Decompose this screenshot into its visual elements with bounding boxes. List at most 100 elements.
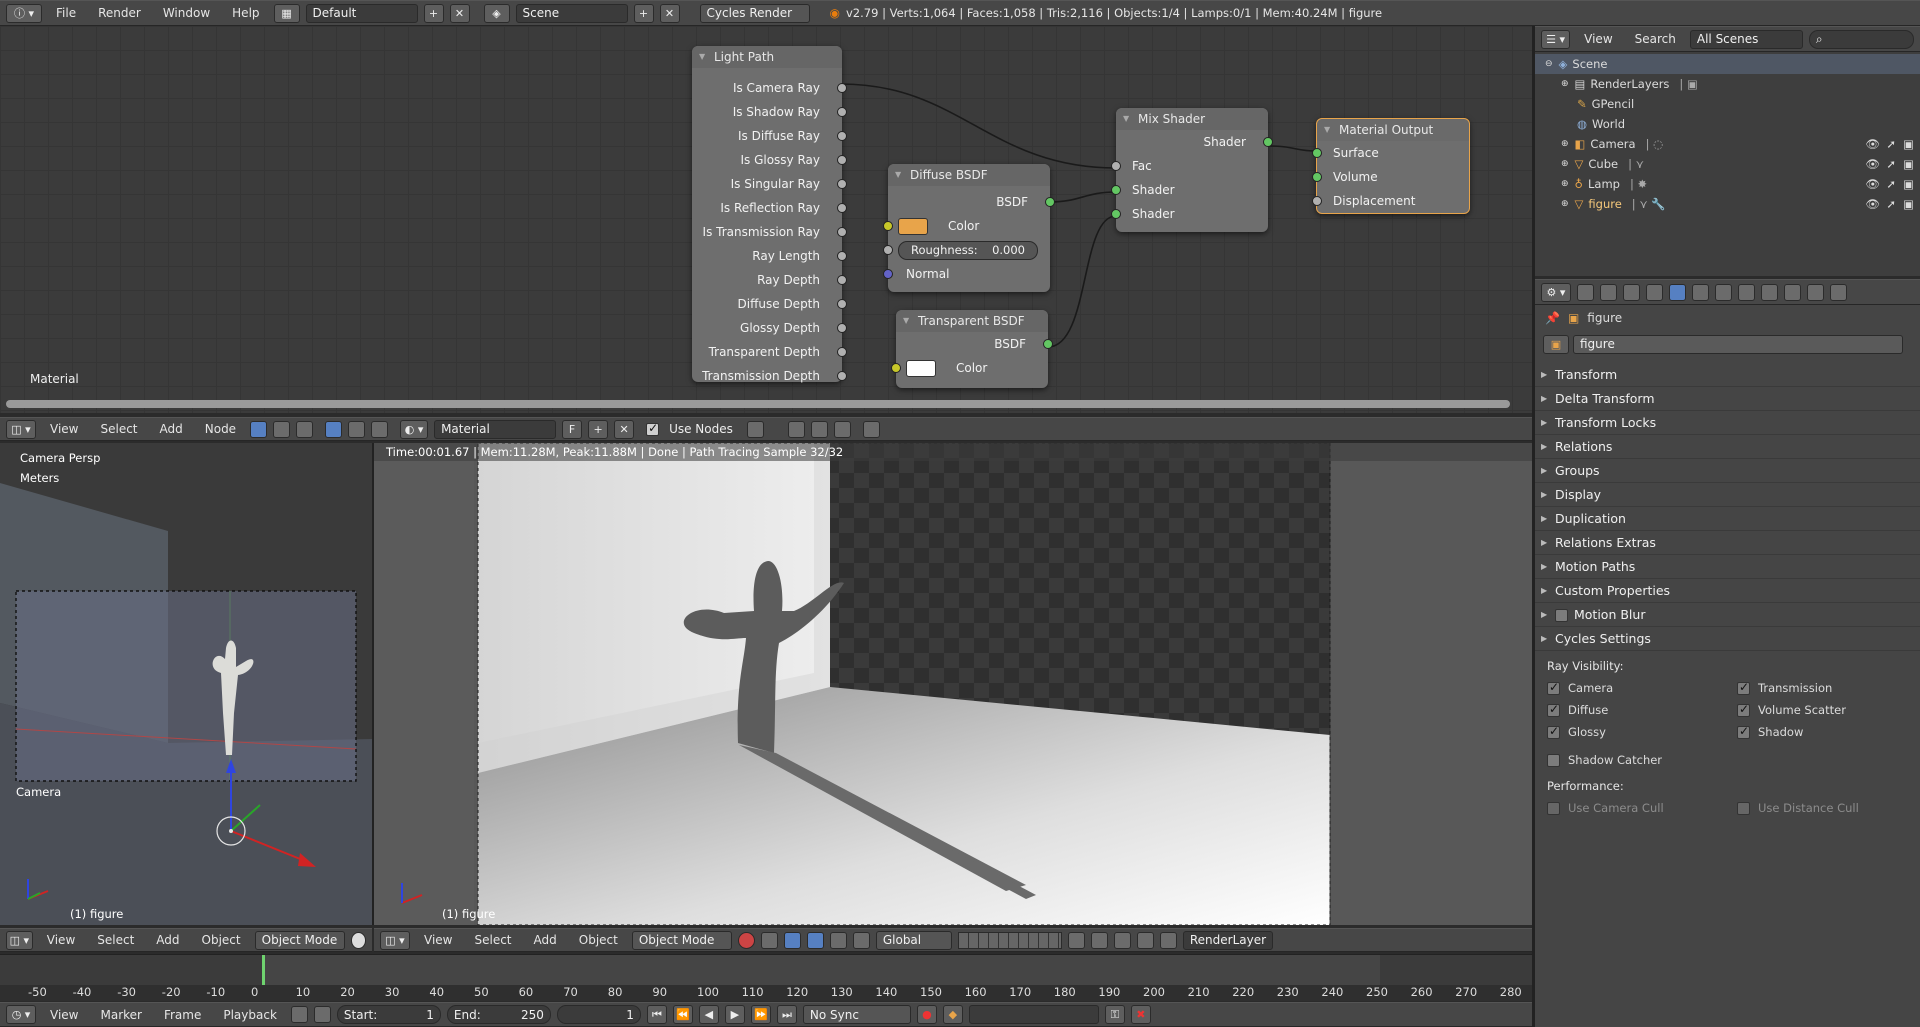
object-type-icon[interactable]: ▣ (1543, 334, 1569, 354)
transparent-bsdf-title[interactable]: Transparent BSDF (896, 310, 1048, 332)
shadow-catcher-option[interactable]: Shadow Catcher (1547, 747, 1920, 773)
remove-layout-icon[interactable]: ✕ (449, 3, 470, 23)
panel-display[interactable]: Display (1535, 483, 1920, 507)
menu-render[interactable]: Render (90, 6, 149, 20)
backdrop-icon[interactable] (746, 420, 764, 438)
panel-transform[interactable]: Transform (1535, 363, 1920, 387)
delete-keyframe-icon[interactable]: ✖ (1130, 1005, 1151, 1024)
node-menu-add[interactable]: Add (152, 422, 191, 436)
vp1-menu-object[interactable]: Object (194, 933, 249, 947)
ray-glossy-checkbox[interactable] (1547, 724, 1560, 739)
fake-user-button[interactable]: F (562, 419, 583, 439)
rotate-icon[interactable] (829, 931, 847, 949)
vp1-menu-add[interactable]: Add (148, 933, 187, 947)
timeline-editor-icon[interactable]: ◷ ▾ (6, 1005, 36, 1024)
light-path-output-socket[interactable] (837, 155, 847, 165)
panel-custom-properties[interactable]: Custom Properties (1535, 579, 1920, 603)
compositing-type-icon[interactable] (273, 420, 291, 438)
vp1-menu-view[interactable]: View (39, 933, 83, 947)
pin-icon[interactable]: 📌 (1545, 311, 1560, 325)
ray-shadow-option[interactable]: Shadow (1737, 724, 1846, 747)
outliner-item-scene[interactable]: ⊖ ◈ Scene (1535, 54, 1920, 74)
roughness-slider[interactable]: Roughness: 0.000 (898, 241, 1038, 260)
outliner-search-input[interactable]: ⌕ (1808, 29, 1914, 49)
mix-shader1-socket[interactable] (1111, 185, 1121, 195)
play-reverse-icon[interactable]: ◀ (698, 1005, 719, 1024)
motion-blur-checkbox[interactable] (1555, 609, 1568, 622)
node-editor-canvas[interactable]: Light Path Is Camera RayIs Shadow RayIs … (0, 26, 1534, 413)
camera-cull-checkbox[interactable] (1547, 802, 1560, 815)
properties-editor-icon[interactable]: ⚙ ▾ (1541, 282, 1571, 302)
outliner-item-cube[interactable]: ⊕ ▽ Cube | ⋎ 👁 ➚ ▣ (1535, 154, 1920, 174)
add-scene-icon[interactable]: + (633, 3, 654, 23)
light-path-output-socket[interactable] (837, 371, 847, 381)
outliner-scene-label[interactable]: Scene (1572, 57, 1607, 71)
light-path-output-socket[interactable] (837, 203, 847, 213)
physics-tab-icon[interactable] (1830, 283, 1847, 301)
light-path-output-socket[interactable] (837, 131, 847, 141)
play-icon[interactable]: ▶ (724, 1005, 745, 1024)
outliner-item-renderlayers[interactable]: ⊕ ▤ RenderLayers | ▣ (1535, 74, 1920, 94)
vp2-menu-view[interactable]: View (416, 933, 460, 947)
render-layer-icon[interactable] (1159, 931, 1177, 949)
texture-type-icon[interactable] (296, 420, 314, 438)
new-material-icon[interactable]: + (588, 419, 609, 439)
mix-out-socket[interactable] (1263, 137, 1273, 147)
transparent-bsdf-node[interactable]: Transparent BSDF BSDF Color (891, 310, 1053, 388)
expand-icon[interactable]: ⊖ (1545, 59, 1553, 69)
paste-nodes-icon[interactable] (833, 420, 851, 438)
next-key-icon[interactable]: ⏩ (750, 1005, 771, 1024)
object-name-field[interactable]: figure (1573, 334, 1903, 354)
visibility-eye-icon[interactable]: 👁 (1865, 157, 1880, 171)
snap-magnet-icon[interactable] (1113, 931, 1131, 949)
material-browse-icon[interactable]: ◐ ▾ (400, 419, 429, 439)
layout-field[interactable]: Default (305, 3, 418, 23)
layout-grid-icon[interactable]: ▦ (273, 3, 300, 23)
tl-menu-frame[interactable]: Frame (156, 1008, 209, 1022)
selectable-cursor-icon[interactable]: ➚ (1886, 157, 1896, 171)
material-output-node[interactable]: Material Output Surface Volume Displacem… (1312, 118, 1470, 214)
visibility-eye-icon[interactable]: 👁 (1865, 137, 1880, 151)
light-path-output-socket[interactable] (837, 299, 847, 309)
preview-range-icon[interactable] (290, 1006, 308, 1023)
outliner-camera-label[interactable]: Camera (1590, 137, 1635, 151)
selectable-cursor-icon[interactable]: ➚ (1886, 177, 1896, 191)
material-output-title[interactable]: Material Output (1317, 119, 1469, 141)
diffuse-normal-socket[interactable] (883, 269, 893, 279)
object-tab-icon[interactable] (1669, 283, 1686, 301)
tl-menu-view[interactable]: View (42, 1008, 86, 1022)
unlink-material-icon[interactable]: ✕ (614, 419, 635, 439)
light-path-output-socket[interactable] (837, 275, 847, 285)
visibility-eye-icon[interactable]: 👁 (1865, 197, 1880, 211)
world-tab-icon[interactable] (1646, 283, 1663, 301)
panel-delta-transform[interactable]: Delta Transform (1535, 387, 1920, 411)
light-path-output-socket[interactable] (837, 323, 847, 333)
remove-scene-icon[interactable]: ✕ (659, 3, 680, 23)
transparent-color-swatch[interactable] (906, 360, 936, 377)
panel-groups[interactable]: Groups (1535, 459, 1920, 483)
light-path-node[interactable]: Light Path Is Camera Ray Is Shadow Ray Is … (692, 46, 847, 383)
light-path-output-socket[interactable] (837, 107, 847, 117)
ray-camera-checkbox[interactable] (1547, 680, 1560, 695)
outliner-gpencil-label[interactable]: GPencil (1592, 97, 1635, 111)
tl-menu-marker[interactable]: Marker (92, 1008, 149, 1022)
material-name-field[interactable]: Material (434, 419, 557, 439)
particles-tab-icon[interactable] (1807, 283, 1824, 301)
material-tab-icon[interactable] (1761, 283, 1778, 301)
light-path-output-socket[interactable] (837, 251, 847, 261)
vp1-shading-icon[interactable] (350, 931, 367, 949)
ray-diffuse-option[interactable]: Diffuse (1547, 702, 1737, 725)
diffuse-bsdf-title[interactable]: Diffuse BSDF (888, 164, 1050, 186)
vp2-menu-object[interactable]: Object (571, 933, 626, 947)
menu-help[interactable]: Help (224, 6, 267, 20)
diffuse-color-socket[interactable] (883, 221, 893, 231)
node-menu-select[interactable]: Select (92, 422, 145, 436)
ray-glossy-option[interactable]: Glossy (1547, 724, 1737, 747)
object-shader-icon[interactable] (325, 420, 343, 438)
outliner-item-gpencil[interactable]: ✎ GPencil (1535, 94, 1920, 114)
outliner-figure-label[interactable]: figure (1588, 197, 1621, 211)
scene-field[interactable]: Scene (515, 3, 628, 23)
panel-relations[interactable]: Relations (1535, 435, 1920, 459)
diffuse-color-swatch[interactable] (898, 218, 928, 235)
linestyle-shader-icon[interactable] (371, 420, 389, 438)
